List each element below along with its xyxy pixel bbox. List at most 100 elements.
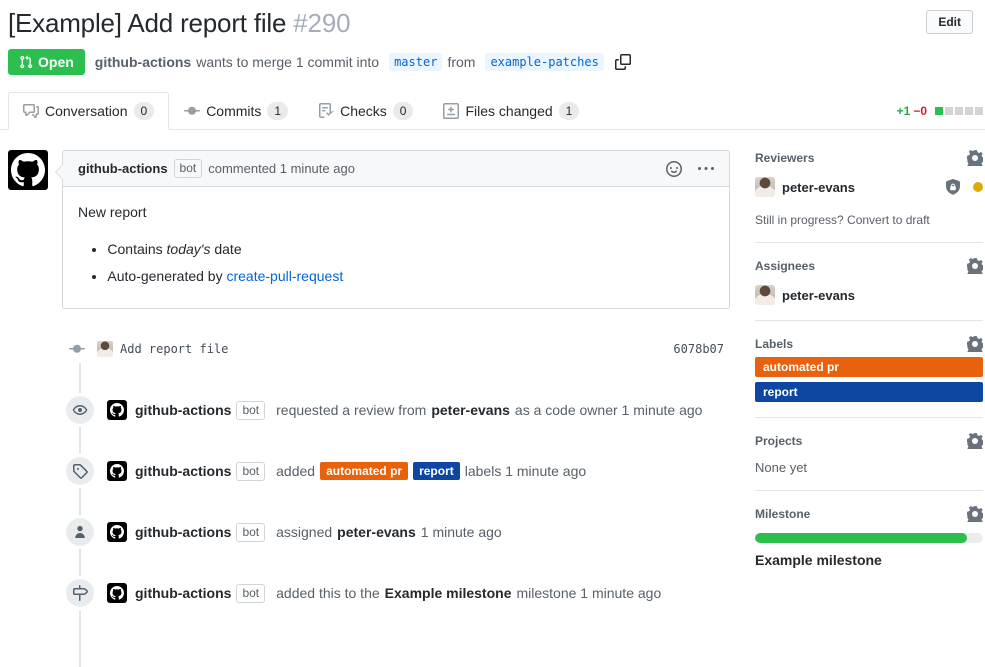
tab-checks-label: Checks	[340, 103, 387, 119]
label-automated-pr[interactable]: automated pr	[320, 462, 408, 480]
event-text: added this to the	[276, 585, 380, 601]
github-actions-avatar[interactable]	[8, 150, 48, 190]
projects-heading[interactable]: Projects	[755, 433, 983, 449]
comment-author[interactable]: github-actions	[78, 161, 168, 176]
milestone-name[interactable]: Example milestone	[755, 552, 983, 568]
event-milestone-name[interactable]: Example milestone	[385, 585, 512, 601]
kebab-menu-icon[interactable]	[698, 161, 714, 177]
diffstat: +1 −0	[897, 92, 985, 129]
reviewer-avatar[interactable]	[755, 177, 775, 197]
event-assigned: github-actions bot assigned peter-evans …	[8, 518, 730, 546]
tab-conversation[interactable]: Conversation 0	[8, 92, 169, 130]
reviewer-name[interactable]: peter-evans	[782, 180, 855, 195]
event-actor[interactable]: github-actions	[135, 524, 231, 540]
labels-heading[interactable]: Labels	[755, 336, 983, 352]
comment-bullet-2: Auto-generated by create-pull-request	[107, 266, 714, 287]
bot-badge: bot	[236, 523, 265, 542]
commit-sha[interactable]: 6078b07	[673, 342, 730, 356]
bullet2-pre: Auto-generated by	[107, 268, 226, 284]
event-text: assigned	[276, 524, 332, 540]
commit-author-avatar[interactable]	[97, 341, 113, 357]
sidebar-assignees: Assignees peter-evans	[755, 258, 983, 321]
assignee-name[interactable]: peter-evans	[782, 288, 855, 303]
event-timestamp: labels 1 minute ago	[465, 463, 586, 479]
create-pull-request-link[interactable]: create-pull-request	[226, 268, 343, 284]
event-milestoned: github-actions bot added this to the Exa…	[8, 579, 730, 607]
checklist-icon	[318, 103, 334, 119]
eye-icon	[66, 396, 94, 424]
assignee-avatar[interactable]	[755, 285, 775, 305]
git-commit-icon	[184, 103, 200, 119]
event-text: requested a review from	[276, 402, 426, 418]
event-actor[interactable]: github-actions	[135, 585, 231, 601]
bot-badge: bot	[236, 584, 265, 603]
pr-description-comment: github-actions bot commented 1 minute ag…	[8, 150, 730, 309]
github-actions-avatar[interactable]	[107, 522, 127, 542]
comment-bullet-list: Contains today's date Auto-generated by …	[78, 239, 714, 287]
assignees-heading[interactable]: Assignees	[755, 258, 983, 274]
sidebar-projects: Projects None yet	[755, 433, 983, 491]
event-reviewer[interactable]: peter-evans	[431, 402, 510, 418]
edit-button[interactable]: Edit	[926, 10, 973, 34]
pr-tab-bar: Conversation 0 Commits 1 Checks 0 Files …	[0, 92, 985, 130]
gear-icon[interactable]	[967, 506, 983, 522]
smiley-reaction-icon[interactable]	[666, 161, 682, 177]
comment-timestamp[interactable]: commented 1 minute ago	[208, 161, 355, 176]
github-actions-avatar[interactable]	[107, 400, 127, 420]
reviewers-heading-label: Reviewers	[755, 151, 814, 165]
base-branch-label[interactable]: master	[389, 53, 442, 71]
person-icon	[66, 518, 94, 546]
bot-badge: bot	[236, 401, 265, 420]
gear-icon[interactable]	[967, 258, 983, 274]
github-actions-avatar[interactable]	[107, 583, 127, 603]
tag-icon	[66, 457, 94, 485]
pr-timeline: Add report file 6078b07 github-actions b…	[8, 335, 730, 667]
pending-review-dot-icon	[973, 182, 983, 192]
event-assignee[interactable]: peter-evans	[337, 524, 416, 540]
reviewer-row: peter-evans	[755, 177, 983, 197]
projects-heading-label: Projects	[755, 434, 802, 448]
head-branch-label[interactable]: example-patches	[485, 53, 603, 71]
tab-files-changed-count: 1	[559, 102, 580, 120]
tab-files-changed[interactable]: Files changed 1	[428, 92, 594, 130]
tab-commits[interactable]: Commits 1	[169, 92, 303, 130]
event-timestamp: as a code owner 1 minute ago	[515, 402, 703, 418]
reviewers-heading[interactable]: Reviewers	[755, 150, 983, 166]
convert-to-draft-hint[interactable]: Still in progress? Convert to draft	[755, 213, 983, 227]
tab-checks[interactable]: Checks 0	[303, 92, 428, 130]
pr-meta: Open github-actions wants to merge 1 com…	[8, 49, 973, 75]
commit-message[interactable]: Add report file	[120, 342, 228, 356]
gear-icon[interactable]	[967, 336, 983, 352]
github-actions-avatar[interactable]	[107, 461, 127, 481]
projects-empty-text: None yet	[755, 460, 983, 475]
assignees-heading-label: Assignees	[755, 259, 815, 273]
copy-branch-icon[interactable]	[615, 54, 631, 70]
label-report[interactable]: report	[413, 462, 460, 480]
octocat-icon	[11, 153, 45, 187]
event-text: added	[276, 463, 315, 479]
event-actor[interactable]: github-actions	[135, 463, 231, 479]
pr-state-badge: Open	[8, 49, 85, 75]
comment-bullet-1: Contains today's date	[107, 239, 714, 260]
milestone-heading[interactable]: Milestone	[755, 506, 983, 522]
page-title: [Example] Add report file #290	[8, 8, 350, 39]
label-automated-pr[interactable]: automated pr	[755, 357, 983, 377]
labels-heading-label: Labels	[755, 337, 793, 351]
sidebar-reviewers: Reviewers peter-evans Still in progress?…	[755, 150, 983, 243]
event-actor[interactable]: github-actions	[135, 402, 231, 418]
gear-icon[interactable]	[967, 150, 983, 166]
event-timestamp: 1 minute ago	[421, 524, 502, 540]
pr-author: github-actions	[95, 54, 191, 70]
pr-header: [Example] Add report file #290 Edit Open…	[0, 0, 985, 75]
comment-discussion-icon	[23, 103, 39, 119]
bullet1-em: today's	[167, 241, 211, 257]
milestone-progress-bar	[755, 533, 983, 543]
label-report[interactable]: report	[755, 382, 983, 402]
milestone-icon	[66, 579, 94, 607]
git-commit-icon	[67, 335, 87, 363]
shield-lock-icon	[945, 179, 961, 195]
tab-conversation-label: Conversation	[45, 103, 128, 119]
assignee-row: peter-evans	[755, 285, 983, 305]
gear-icon[interactable]	[967, 433, 983, 449]
commit-row: Add report file 6078b07	[67, 335, 730, 363]
